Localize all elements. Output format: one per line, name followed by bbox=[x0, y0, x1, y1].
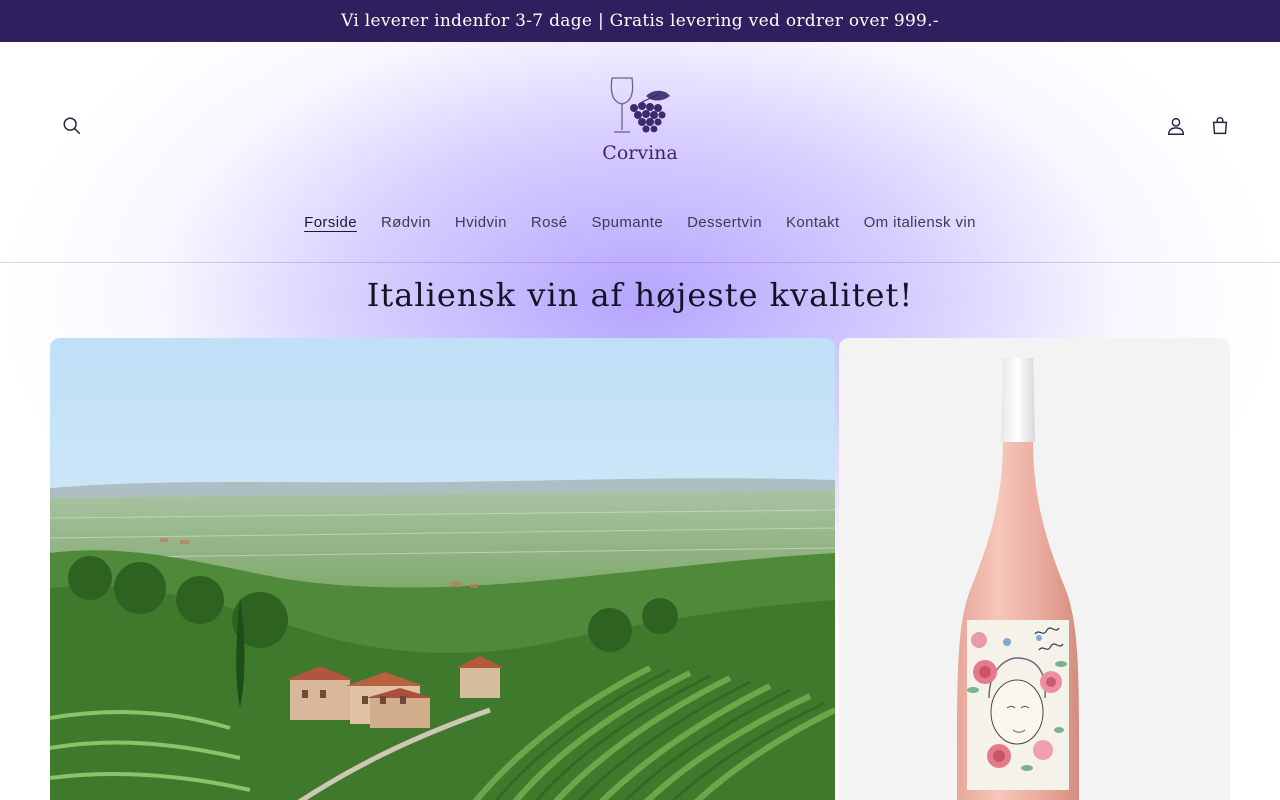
account-icon bbox=[1167, 117, 1185, 135]
brand-logo[interactable]: Corvina bbox=[590, 72, 690, 172]
nav-item-forside[interactable]: Forside bbox=[292, 202, 369, 243]
nav-item-rose[interactable]: Rosé bbox=[519, 202, 580, 243]
search-icon bbox=[63, 117, 81, 135]
hero-title: Italiensk vin af højeste kvalitet! bbox=[366, 276, 914, 314]
nav-item-kontakt[interactable]: Kontakt bbox=[774, 202, 852, 243]
rose-wine-bottle-image bbox=[957, 352, 1079, 800]
logo-icon bbox=[610, 77, 670, 133]
vineyard-illustration bbox=[50, 338, 835, 800]
vineyard-landscape-image[interactable] bbox=[50, 338, 835, 800]
cart-button[interactable] bbox=[1200, 106, 1240, 146]
site-header: Corvina Forside Rødvin Hvidvin Rosé Spum… bbox=[0, 42, 1280, 263]
main-navigation: Forside Rødvin Hvidvin Rosé Spumante Des… bbox=[0, 202, 1280, 243]
nav-item-spumante[interactable]: Spumante bbox=[579, 202, 675, 243]
brand-name: Corvina bbox=[602, 142, 678, 164]
product-card-rose-wine[interactable] bbox=[839, 338, 1230, 800]
page: Vi leverer indenfor 3-7 dage | Gratis le… bbox=[0, 0, 1280, 800]
cart-icon bbox=[1212, 117, 1228, 135]
nav-item-rodvin[interactable]: Rødvin bbox=[369, 202, 443, 243]
nav-item-hvidvin[interactable]: Hvidvin bbox=[443, 202, 519, 243]
announcement-text: Vi leverer indenfor 3-7 dage | Gratis le… bbox=[341, 11, 939, 31]
announcement-bar: Vi leverer indenfor 3-7 dage | Gratis le… bbox=[0, 0, 1280, 42]
account-button[interactable] bbox=[1156, 106, 1196, 146]
nav-item-om-italiensk-vin[interactable]: Om italiensk vin bbox=[852, 202, 988, 243]
search-button[interactable] bbox=[52, 106, 92, 146]
nav-item-dessertvin[interactable]: Dessertvin bbox=[675, 202, 774, 243]
